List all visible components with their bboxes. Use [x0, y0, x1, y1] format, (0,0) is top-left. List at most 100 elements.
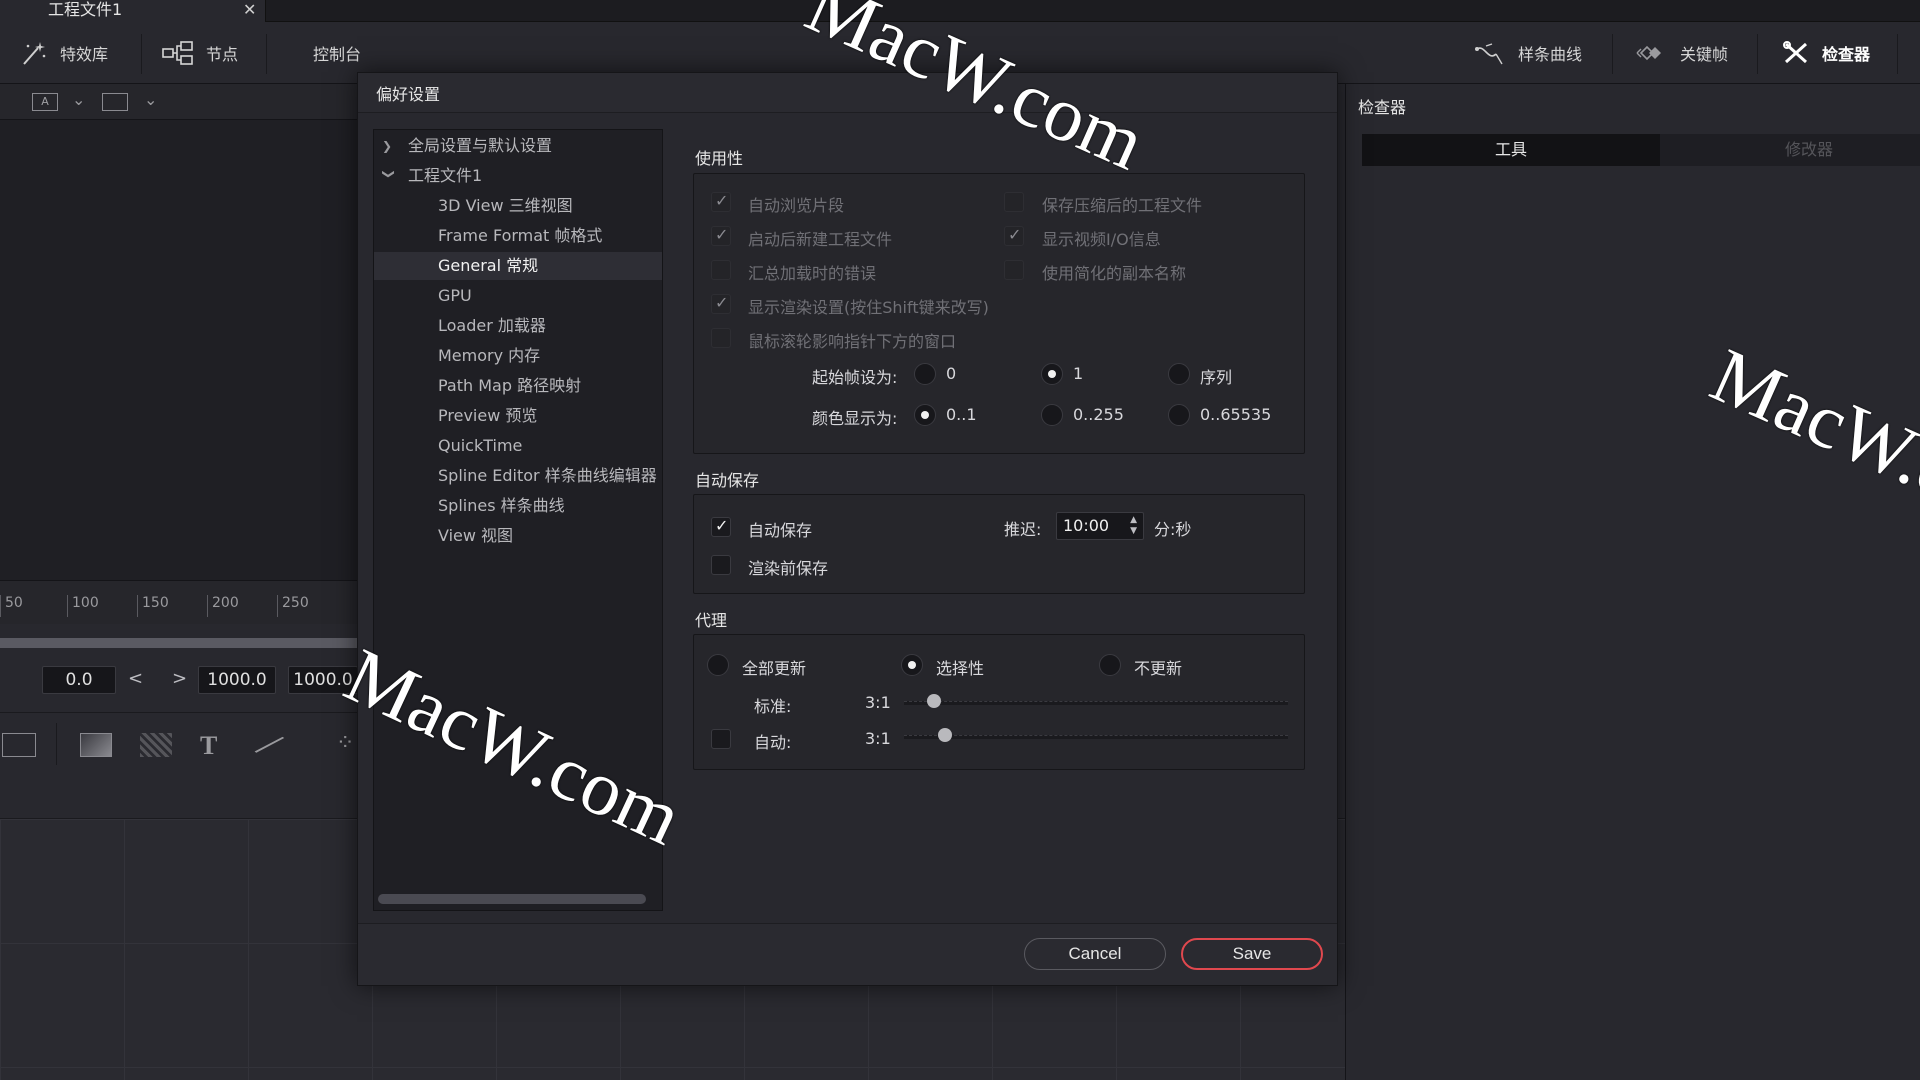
- proxy-auto-slider[interactable]: [904, 735, 1288, 739]
- proxy-standard-slider-handle[interactable]: [927, 694, 941, 708]
- chevron-down-icon[interactable]: ⌄: [144, 90, 157, 109]
- chevron-right-icon[interactable]: ❯: [382, 132, 396, 160]
- tree-item-loader[interactable]: Loader 加载器: [374, 312, 662, 340]
- inspector-button[interactable]: 检查器: [1782, 40, 1870, 66]
- wheel-under-pointer-label: 鼠标滚轮影响指针下方的窗口: [748, 332, 957, 351]
- tree-item-preview[interactable]: Preview 预览: [374, 402, 662, 430]
- keyframes-button[interactable]: 关键帧: [1634, 40, 1728, 66]
- tree-horizontal-scrollbar[interactable]: [378, 894, 646, 904]
- tree-item-spline-editor[interactable]: Spline Editor 样条曲线编辑器: [374, 462, 662, 490]
- tree-item-gpu[interactable]: GPU: [374, 282, 662, 310]
- merge-tool-icon[interactable]: [2, 733, 36, 757]
- autosave-delay-stepper[interactable]: 10:00 ▲ ▼: [1056, 512, 1144, 540]
- console-button[interactable]: 控制台: [313, 40, 361, 66]
- tree-item-path-map[interactable]: Path Map 路径映射: [374, 372, 662, 400]
- new-project-on-start-checkbox[interactable]: ✓: [711, 225, 731, 246]
- start-frame-radio-sequence[interactable]: [1168, 363, 1190, 385]
- fast-noise-tool-icon[interactable]: [140, 733, 172, 757]
- tree-item-quicktime[interactable]: QuickTime: [374, 432, 662, 460]
- color-display-radio-0-65535[interactable]: [1168, 404, 1190, 426]
- save-compressed-label: 保存压缩后的工程文件: [1042, 196, 1203, 215]
- proxy-auto-checkbox[interactable]: [711, 729, 731, 749]
- save-before-render-checkbox[interactable]: [711, 555, 731, 575]
- usability-section-title: 使用性: [695, 149, 744, 168]
- tree-item-view[interactable]: View 视图: [374, 522, 662, 550]
- proxy-auto-label: 自动:: [754, 733, 792, 752]
- chevron-left-icon[interactable]: <: [128, 668, 143, 689]
- tree-item-project[interactable]: ❯ 工程文件1: [374, 162, 662, 190]
- save-button[interactable]: Save: [1181, 938, 1323, 970]
- proxy-no-update-radio[interactable]: [1099, 654, 1121, 676]
- color-display-radio-0-1[interactable]: [914, 404, 936, 426]
- text-tool-icon[interactable]: T: [200, 731, 217, 761]
- start-frame-radio-0[interactable]: [914, 363, 936, 385]
- console-label: 控制台: [313, 45, 362, 64]
- time-ruler[interactable]: 50 100 150 200 250: [0, 580, 358, 624]
- tree-item-3d-view[interactable]: 3D View 三维视图: [374, 192, 662, 220]
- show-render-settings-label: 显示渲染设置(按住Shift键来改写): [748, 298, 989, 317]
- tree-item-global-settings[interactable]: ❯ 全局设置与默认设置: [374, 132, 662, 160]
- toolbar-divider: [1612, 34, 1613, 74]
- tree-item-label: 全局设置与默认设置: [408, 136, 553, 155]
- background-tool-icon[interactable]: [80, 733, 112, 757]
- wheel-under-pointer-checkbox[interactable]: [711, 328, 731, 348]
- viewer-panel[interactable]: [0, 120, 358, 580]
- toolbar-divider: [1897, 34, 1898, 74]
- dialog-titlebar[interactable]: 偏好设置: [358, 73, 1337, 113]
- tab-tools[interactable]: 工具: [1362, 134, 1660, 166]
- preferences-dialog: 偏好设置 ❯ 全局设置与默认设置 ❯ 工程文件1 3D View 三维视图 Fr…: [357, 72, 1338, 986]
- auto-browse-label: 自动浏览片段: [748, 196, 845, 215]
- project-tab[interactable]: 工程文件1 ✕: [0, 0, 266, 22]
- effects-library-button[interactable]: 特效库: [20, 40, 108, 66]
- global-start-field[interactable]: 0.0: [42, 666, 116, 694]
- tree-item-label: Path Map 路径映射: [438, 376, 582, 395]
- color-display-radio-0-255[interactable]: [1041, 404, 1063, 426]
- proxy-update-all-radio[interactable]: [707, 654, 729, 676]
- simplified-copy-names-checkbox[interactable]: [1004, 260, 1024, 280]
- proxy-selective-radio[interactable]: [901, 654, 923, 676]
- close-icon[interactable]: ✕: [243, 0, 256, 20]
- autosave-checkbox[interactable]: ✓: [711, 516, 731, 537]
- show-render-settings-checkbox[interactable]: ✓: [711, 293, 731, 314]
- auto-browse-checkbox[interactable]: ✓: [711, 191, 731, 212]
- ruler-tick: 200: [207, 595, 239, 617]
- autosave-label: 自动保存: [748, 521, 813, 540]
- show-video-io-label: 显示视频I/O信息: [1042, 230, 1161, 249]
- start-frame-radio-1[interactable]: [1041, 363, 1063, 385]
- ruler-tick: 50: [0, 595, 23, 617]
- chevron-down-icon[interactable]: ⌄: [72, 90, 85, 109]
- particles-tool-icon[interactable]: ⁘: [336, 731, 354, 756]
- inspector-tabs: 工具 修改器: [1362, 134, 1920, 166]
- nodes-button[interactable]: 节点: [162, 40, 238, 66]
- time-scrubber[interactable]: [0, 638, 358, 648]
- inspector-panel: 检查器 工具 修改器: [1345, 84, 1920, 1080]
- summarize-errors-checkbox[interactable]: [711, 260, 731, 280]
- chevron-down-icon[interactable]: ❯: [375, 169, 403, 183]
- tab-modifiers[interactable]: 修改器: [1660, 134, 1920, 166]
- proxy-option-label: 选择性: [936, 659, 985, 678]
- autosave-section-title: 自动保存: [695, 471, 760, 490]
- proxy-standard-slider[interactable]: [904, 701, 1288, 705]
- cancel-button[interactable]: Cancel: [1024, 938, 1166, 970]
- tree-item-memory[interactable]: Memory 内存: [374, 342, 662, 370]
- tree-item-frame-format[interactable]: Frame Format 帧格式: [374, 222, 662, 250]
- text-overlay-icon[interactable]: A: [32, 93, 58, 111]
- tree-item-label: Frame Format 帧格式: [438, 226, 603, 245]
- show-video-io-checkbox[interactable]: ✓: [1004, 225, 1024, 246]
- save-compressed-checkbox[interactable]: [1004, 192, 1024, 212]
- tree-item-splines[interactable]: Splines 样条曲线: [374, 492, 662, 520]
- start-frame-option-label: 0: [946, 364, 957, 383]
- global-end-field[interactable]: 1000.0: [198, 666, 276, 694]
- viewer-layout-icon[interactable]: [102, 93, 128, 111]
- ruler-tick: 150: [137, 595, 169, 617]
- tree-item-general[interactable]: General 常规: [374, 252, 662, 280]
- proxy-auto-slider-handle[interactable]: [938, 728, 952, 742]
- inspector-label: 检查器: [1822, 45, 1871, 64]
- magic-wand-icon: [23, 42, 46, 65]
- paint-brush-icon[interactable]: ╱: [255, 729, 283, 760]
- spline-button[interactable]: 样条曲线: [1474, 40, 1582, 66]
- spline-curve-icon: [1475, 43, 1503, 65]
- stepper-arrows-icon[interactable]: ▲ ▼: [1130, 515, 1137, 537]
- chevron-right-icon[interactable]: >: [172, 668, 187, 689]
- tree-item-label: General 常规: [438, 256, 539, 275]
